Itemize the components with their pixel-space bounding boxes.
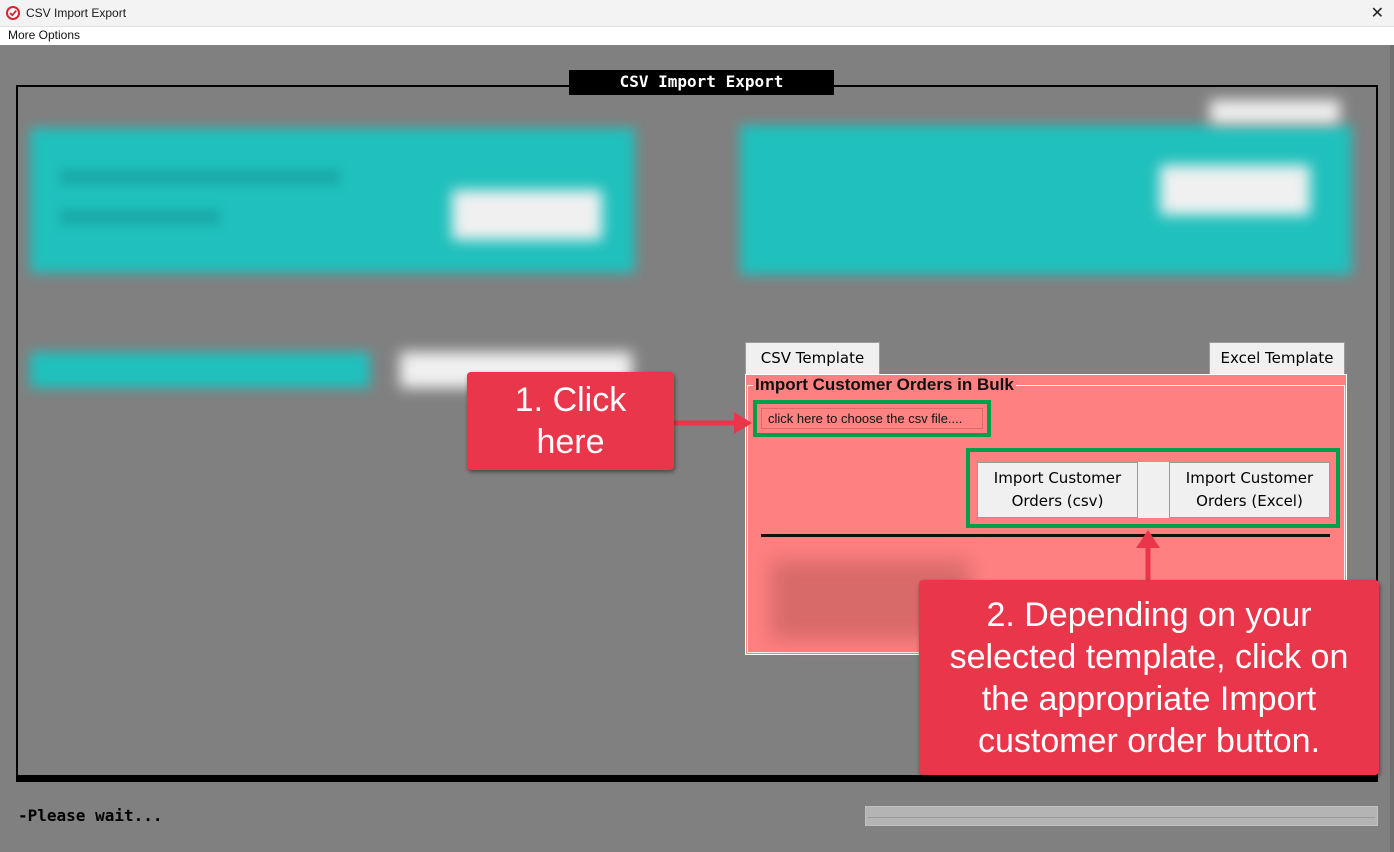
progress-bar: [865, 806, 1378, 826]
step1-line2: here: [536, 423, 605, 461]
import-excel-button[interactable]: Import Customer Orders (Excel): [1169, 462, 1330, 518]
step2-callout: 2. Depending on your selected template, …: [919, 580, 1379, 775]
progress-line: [868, 817, 1375, 818]
window-edge: [1390, 45, 1394, 852]
blurred-button-left: [452, 190, 602, 240]
panel-divider: [761, 534, 1330, 537]
menu-bar: More Options: [0, 27, 1394, 45]
frame-title: CSV Import Export: [569, 70, 834, 95]
menu-more-options[interactable]: More Options: [8, 28, 80, 42]
title-bar: CSV Import Export ✕: [0, 0, 1394, 27]
arrow-to-file-icon: [674, 412, 752, 434]
import-csv-line1: Import Customer: [993, 469, 1122, 487]
button-gap: [1138, 462, 1169, 518]
blurred-input-row: [30, 352, 370, 388]
status-message: -Please wait...: [18, 806, 163, 825]
step2-line2: selected template, click on: [949, 638, 1349, 676]
step2-line4: customer order button.: [977, 722, 1321, 760]
app-icon: [6, 6, 20, 20]
csv-template-button[interactable]: CSV Template: [745, 342, 880, 375]
step2-line3: the appropriate Import: [981, 680, 1317, 718]
excel-template-button[interactable]: Excel Template: [1209, 342, 1345, 375]
import-csv-line2: Orders (csv): [1011, 492, 1104, 510]
step1-callout: 1. Click here: [467, 372, 674, 470]
progress-fill: [866, 807, 1377, 825]
arrow-to-buttons-icon: [1136, 530, 1160, 582]
step2-line1: 2. Depending on your: [986, 596, 1312, 634]
choose-file-highlight: click here to choose the csv file....: [753, 400, 991, 437]
import-panel-legend: Import Customer Orders in Bulk: [753, 375, 1016, 395]
choose-file-input[interactable]: click here to choose the csv file....: [761, 408, 983, 429]
step1-line1: 1. Click: [514, 381, 627, 419]
window-title: CSV Import Export: [26, 6, 127, 20]
blurred-text-left: [60, 170, 340, 184]
import-csv-button[interactable]: Import Customer Orders (csv): [977, 462, 1138, 518]
blurred-tab-right: [1210, 100, 1340, 124]
blurred-text-left-2: [60, 210, 220, 224]
close-icon[interactable]: ✕: [1371, 3, 1384, 22]
import-excel-line2: Orders (Excel): [1196, 492, 1303, 510]
blurred-button-right: [1160, 165, 1310, 215]
import-excel-line1: Import Customer: [1185, 469, 1314, 487]
